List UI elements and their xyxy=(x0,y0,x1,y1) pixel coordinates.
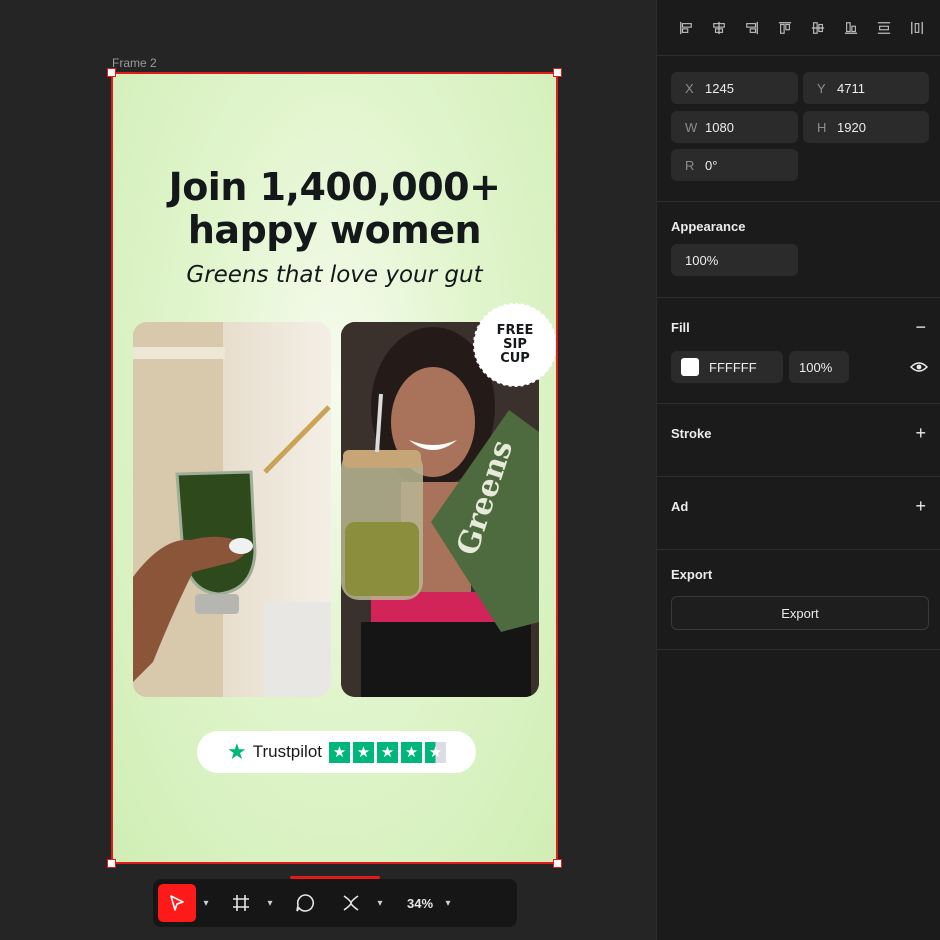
pen-tool-chevron-down-icon[interactable]: ▾ xyxy=(370,884,390,922)
fill-opacity-value[interactable]: 100% xyxy=(799,360,832,375)
x-value[interactable]: 1245 xyxy=(705,81,734,96)
bottom-toolbar: ▾ ▾ ▾ 34% ▾ xyxy=(153,879,517,927)
opacity-field[interactable]: 100% xyxy=(671,244,798,276)
rating-star-icon: ★ xyxy=(353,741,374,763)
badge-line-3: CUP xyxy=(500,351,530,366)
r-value[interactable]: 0° xyxy=(705,158,717,173)
stroke-title: Stroke xyxy=(671,426,712,441)
properties-panel: X 1245 Y 4711 W 1080 H 1920 R 0° Appeara… xyxy=(656,0,940,940)
export-title: Export xyxy=(671,567,713,582)
align-bottom-icon[interactable] xyxy=(844,20,858,36)
trustpilot-name: Trustpilot xyxy=(252,742,322,761)
badge-line-1: FREE xyxy=(496,323,534,338)
fill-hex-value[interactable]: FFFFFF xyxy=(709,360,757,375)
trustpilot-star-icon: ★ xyxy=(226,739,247,764)
export-button[interactable]: Export xyxy=(671,596,929,630)
zoom-level[interactable]: 34% xyxy=(402,884,438,922)
distribute-horizontal-icon[interactable] xyxy=(910,20,924,36)
stroke-section: Stroke + xyxy=(657,404,940,477)
rating-star-icon: ★ xyxy=(377,741,398,763)
canvas[interactable]: Frame 2 Join 1,400,000+ happy women Gree… xyxy=(0,0,656,940)
r-label: R xyxy=(685,157,695,173)
align-center-vertical-icon[interactable] xyxy=(811,20,825,36)
photo-glass-of-greens xyxy=(133,322,331,697)
w-value[interactable]: 1080 xyxy=(705,120,734,135)
zoom-chevron-down-icon[interactable]: ▾ xyxy=(438,884,458,922)
resize-handle-top-right[interactable] xyxy=(553,68,562,77)
resize-handle-top-left[interactable] xyxy=(107,68,116,77)
ad-headline: Join 1,400,000+ happy women xyxy=(113,166,556,252)
align-right-icon[interactable] xyxy=(745,20,759,36)
align-left-icon[interactable] xyxy=(679,20,693,36)
pen-icon xyxy=(343,895,359,911)
fill-color-field[interactable]: FFFFFF xyxy=(671,351,783,383)
add-ad-icon[interactable]: + xyxy=(915,497,926,515)
ad-title: Ad xyxy=(671,499,689,514)
rating-half-star-icon: ★ xyxy=(425,741,446,763)
headline-line-1: Join 1,400,000+ xyxy=(168,165,501,209)
select-tool-chevron-down-icon[interactable]: ▾ xyxy=(196,884,216,922)
rating-star-icon: ★ xyxy=(329,741,350,763)
frame-tool-button[interactable] xyxy=(222,884,260,922)
fill-color-swatch[interactable] xyxy=(681,358,699,376)
h-value[interactable]: 1920 xyxy=(837,120,866,135)
remove-fill-icon[interactable]: − xyxy=(915,318,926,336)
rating-star-icon: ★ xyxy=(401,741,422,763)
resize-handle-bottom-right[interactable] xyxy=(553,859,562,868)
x-field[interactable]: X 1245 xyxy=(671,72,798,104)
ad-frame[interactable]: Join 1,400,000+ happy women Greens that … xyxy=(111,72,558,864)
export-section: Export Export xyxy=(657,550,940,650)
frame-label[interactable]: Frame 2 xyxy=(112,56,157,70)
speech-bubble-icon xyxy=(296,894,314,912)
cursor-icon xyxy=(170,895,184,911)
free-sip-cup-badge: FREE SIP CUP xyxy=(477,307,553,383)
y-label: Y xyxy=(817,80,826,96)
fill-title: Fill xyxy=(671,320,690,335)
alignment-toolbar xyxy=(657,0,940,56)
ad-subheadline: Greens that love your gut xyxy=(186,262,483,288)
align-center-horizontal-icon[interactable] xyxy=(712,20,726,36)
width-field[interactable]: W 1080 xyxy=(671,111,798,143)
rotation-field[interactable]: R 0° xyxy=(671,149,798,181)
y-value[interactable]: 4711 xyxy=(837,81,865,96)
x-label: X xyxy=(685,80,694,96)
resize-handle-bottom-left[interactable] xyxy=(107,859,116,868)
fill-opacity-field[interactable]: 100% xyxy=(789,351,849,383)
appearance-section: Appearance 100% xyxy=(657,202,940,298)
opacity-value[interactable]: 100% xyxy=(685,253,718,268)
trustpilot-badge: ★ Trustpilot ★ ★ ★ ★ ★ xyxy=(197,731,476,773)
fill-section: Fill − FFFFFF 100% xyxy=(657,298,940,404)
badge-line-2: SIP xyxy=(503,337,527,352)
w-label: W xyxy=(685,119,698,135)
y-field[interactable]: Y 4711 xyxy=(803,72,929,104)
add-stroke-icon[interactable]: + xyxy=(915,424,926,442)
headline-line-2: happy women xyxy=(187,208,482,252)
position-size-section: X 1245 Y 4711 W 1080 H 1920 R 0° xyxy=(657,56,940,202)
distribute-vertical-icon[interactable] xyxy=(877,20,891,36)
appearance-title: Appearance xyxy=(671,219,746,234)
ad-section: Ad + xyxy=(657,477,940,550)
select-tool-button[interactable] xyxy=(158,884,196,922)
align-top-icon[interactable] xyxy=(778,20,792,36)
frame-tool-chevron-down-icon[interactable]: ▾ xyxy=(260,884,280,922)
shape-tool-button[interactable] xyxy=(286,884,324,922)
glass-illustration xyxy=(133,322,331,697)
height-field[interactable]: H 1920 xyxy=(803,111,929,143)
frame-icon xyxy=(233,895,249,911)
eye-icon[interactable] xyxy=(910,360,928,374)
pen-tool-button[interactable] xyxy=(332,884,370,922)
h-label: H xyxy=(817,119,827,135)
